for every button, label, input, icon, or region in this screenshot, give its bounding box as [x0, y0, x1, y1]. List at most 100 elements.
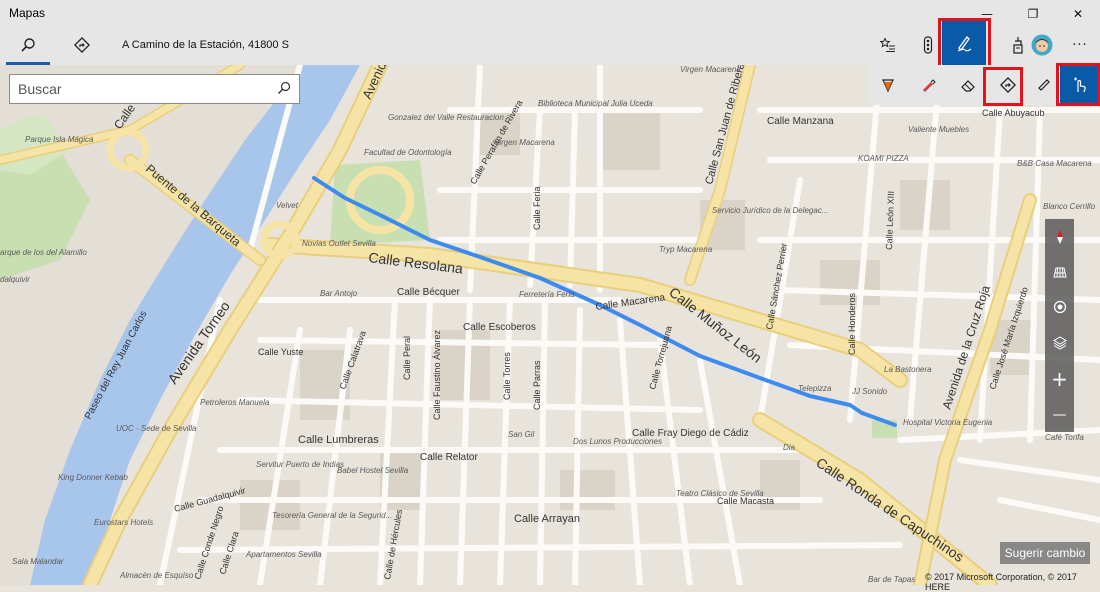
cities-3d-button[interactable] — [952, 28, 996, 62]
profile-avatar — [1031, 34, 1053, 56]
poi-label: Servitur Puerto de Indias — [256, 460, 344, 469]
poi-label: Teatro Clásico de Sevilla — [676, 489, 764, 498]
poi-label: Virgen Macarena — [494, 138, 555, 147]
search-icon[interactable] — [277, 81, 293, 97]
poi-label: UOC - Sede de Sevilla — [116, 424, 197, 433]
poi-label: dalquivir — [0, 275, 30, 284]
street-label: Calle Parras — [532, 360, 542, 410]
poi-label: JJ Sonido — [851, 387, 888, 396]
street-label: Calle Arrayan — [514, 513, 580, 525]
search-icon — [21, 38, 35, 52]
poi-label: Valiente Muebles — [908, 125, 969, 134]
poi-label: B&B Casa Macarena — [1017, 159, 1092, 168]
compass-button[interactable] — [1045, 219, 1074, 254]
map-controls: + — — [1045, 219, 1074, 432]
map-canvas[interactable]: Calle Resolana Calle Muñoz León Avenida … — [0, 65, 1100, 585]
poi-label: Velvet — [276, 201, 299, 210]
poi-label: Hospital Victoria Eugenia — [903, 418, 993, 427]
poi-label: Eurostars Hotels — [94, 518, 153, 527]
highlighter-icon — [923, 79, 936, 92]
map-drawing[interactable]: Calle Resolana Calle Muñoz León Avenida … — [0, 65, 1100, 585]
search-box[interactable] — [9, 74, 300, 104]
zoom-out-button[interactable]: — — [1045, 397, 1074, 432]
suggest-change-button[interactable]: Sugerir cambio — [1000, 542, 1090, 564]
poi-label: Babel Hostel Sevilla — [337, 466, 409, 475]
poi-label: KOAMI PIZZA — [858, 154, 909, 163]
street-label: Calle Feria — [532, 186, 542, 230]
eraser-button[interactable] — [948, 65, 988, 105]
more-button[interactable]: ··· — [1058, 28, 1100, 62]
poi-label: Facultad de Odontología — [364, 148, 452, 157]
touch-writing-button[interactable] — [1060, 65, 1100, 105]
eraser-icon — [961, 80, 975, 92]
location-icon — [1053, 300, 1066, 313]
streetside-button[interactable] — [1045, 254, 1074, 289]
poi-label: Tryp Macarena — [659, 245, 713, 254]
location-button[interactable] — [1045, 289, 1074, 324]
directions-icon — [74, 37, 90, 53]
poi-label: Almacén de Esquíso — [119, 571, 194, 580]
street-label: Calle Relator — [420, 452, 478, 463]
street-label: Calle Yuste — [258, 347, 303, 357]
poi-label: Servicio Jurídico de la Delegac... — [712, 206, 829, 215]
streetside-icon — [1052, 267, 1067, 277]
ruler-icon — [1038, 79, 1050, 91]
street-label: Calle Manzana — [767, 116, 834, 127]
poi-label: La Bastonera — [884, 365, 932, 374]
zoom-in-icon: + — [1051, 366, 1068, 391]
poi-label: Virgen Macarena — [680, 65, 741, 74]
directions-ink-icon — [1000, 77, 1016, 93]
poi-label: Sala Malandar — [12, 557, 64, 566]
address-text[interactable]: A Camino de la Estación, 41800 S — [122, 39, 289, 51]
street-label: Calle Abuyacub — [982, 108, 1045, 118]
poi-label: Bar de Tapas — [868, 575, 915, 584]
poi-label: Bar Antojo — [320, 289, 358, 298]
street-label: Calle Lumbreras — [298, 434, 379, 446]
search-input[interactable] — [18, 79, 268, 99]
poi-label: Blanco Cerrillo — [1043, 202, 1096, 211]
traffic-icon — [923, 36, 933, 54]
touch-writing-icon — [1074, 77, 1086, 93]
ink-toolbar — [868, 65, 1100, 105]
poi-label: Dia — [783, 443, 796, 452]
directions-tab[interactable] — [60, 28, 104, 62]
poi-label: Café Torifa — [1045, 433, 1084, 442]
layers-icon — [1052, 335, 1067, 350]
close-button[interactable]: ✕ — [1055, 0, 1100, 28]
poi-label: Dos Lunos Producciones — [573, 437, 662, 446]
favorites-button[interactable] — [866, 28, 910, 62]
poi-label: Telepizza — [798, 384, 832, 393]
street-label: Calle Faustino Álvarez — [432, 329, 442, 420]
zoom-in-button[interactable]: + — [1045, 361, 1074, 396]
highlighter-button[interactable] — [908, 65, 948, 105]
compass-icon — [1056, 229, 1063, 244]
copyright-text: © 2017 Microsoft Corporation, © 2017 HER… — [925, 572, 1077, 592]
street-label: Calle Peral — [402, 336, 412, 380]
poi-label: Gonzalez del Valle Restauracion — [388, 113, 504, 122]
street-label: Calle León XIII — [884, 191, 896, 250]
layers-button[interactable] — [1045, 325, 1074, 360]
poi-label: arque de los del Alamillo — [0, 248, 87, 257]
more-icon: ··· — [1072, 37, 1088, 53]
poi-label: Ferretería Feria — [519, 290, 575, 299]
ballpoint-pen-icon — [882, 79, 894, 93]
maximize-button[interactable]: ❐ — [1010, 0, 1056, 28]
zoom-out-icon: — — [1052, 406, 1067, 423]
title-bar: Mapas — ❐ ✕ — [0, 0, 1100, 28]
poi-label: King Donner Kebab — [58, 473, 128, 482]
poi-label: Apartamentos Sevilla — [245, 550, 322, 559]
street-label: Calle Honderos — [847, 292, 857, 355]
app-toolbar: A Camino de la Estación, 41800 S ··· — [0, 20, 1100, 65]
poi-label: Parque Isla Mágica — [25, 135, 94, 144]
app-title: Mapas — [9, 6, 46, 20]
poi-label: Biblioteca Municipal Julia Uceda — [538, 99, 653, 108]
directions-ink-button[interactable] — [988, 65, 1028, 105]
poi-label: Petroleros Manuela — [200, 398, 270, 407]
street-label: Calle Bécquer — [397, 287, 460, 298]
search-tab[interactable] — [6, 28, 50, 65]
ruler-button[interactable] — [1024, 65, 1064, 105]
poi-label: Tesorería General de la Segurid... — [272, 511, 392, 520]
street-label: Calle Torres — [502, 352, 512, 400]
street-label: Calle Escoberos — [463, 322, 536, 333]
ballpoint-pen-button[interactable] — [868, 65, 908, 105]
